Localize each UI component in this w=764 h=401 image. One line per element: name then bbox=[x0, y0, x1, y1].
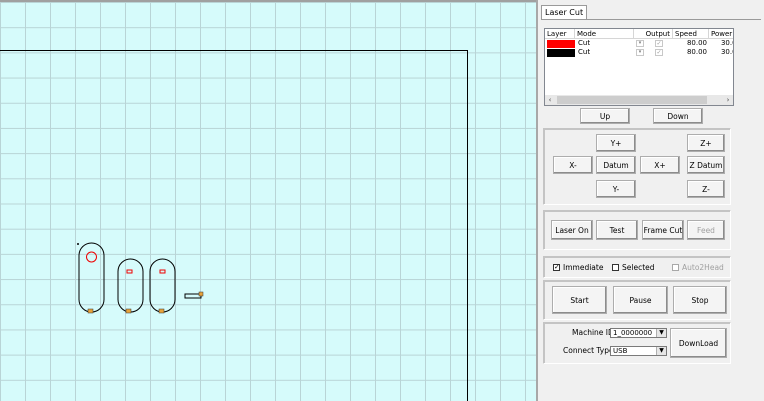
y-minus-button[interactable]: Y- bbox=[596, 180, 636, 198]
col-header-mode[interactable]: Mode bbox=[575, 29, 634, 39]
immediate-checkbox[interactable]: ✓ bbox=[553, 264, 560, 271]
immediate-label: Immediate bbox=[563, 263, 604, 272]
col-header-layer[interactable]: Layer bbox=[545, 29, 575, 39]
stop-button[interactable]: Stop bbox=[673, 286, 727, 314]
connect-type-value: USB bbox=[613, 347, 628, 355]
layer-power: 30.00 bbox=[720, 39, 733, 47]
auto2head-checkbox[interactable] bbox=[672, 264, 679, 271]
y-plus-button[interactable]: Y+ bbox=[596, 134, 636, 152]
drawing-canvas[interactable] bbox=[0, 0, 537, 401]
selected-checkbox[interactable] bbox=[612, 264, 619, 271]
output-checkbox[interactable]: ✓ bbox=[655, 40, 663, 47]
layer-color-swatch bbox=[547, 49, 575, 57]
x-minus-button[interactable]: X- bbox=[553, 156, 593, 174]
z-datum-button[interactable]: Z Datum bbox=[687, 156, 725, 174]
auto2head-label: Auto2Head bbox=[682, 263, 724, 272]
layer-list[interactable]: Layer Mode Output Speed Power Cut ▾ ✓ 80… bbox=[544, 28, 734, 106]
scroll-left-icon[interactable]: ‹ bbox=[545, 95, 555, 105]
mode-dropdown-icon[interactable]: ▾ bbox=[636, 49, 644, 56]
mode-dropdown-icon[interactable]: ▾ bbox=[636, 40, 644, 47]
chevron-down-icon[interactable]: ▼ bbox=[656, 347, 666, 355]
test-button[interactable]: Test bbox=[596, 220, 638, 240]
frame-cut-button[interactable]: Frame Cut bbox=[642, 220, 684, 240]
col-header-speed[interactable]: Speed bbox=[673, 29, 709, 39]
selected-label: Selected bbox=[622, 263, 655, 272]
layer-list-scrollbar[interactable]: ‹ › bbox=[545, 95, 733, 105]
connect-type-label: Connect Type: bbox=[563, 346, 617, 355]
layer-row[interactable]: Cut ▾ ✓ 80.00 30.00 bbox=[545, 48, 733, 57]
tab-laser-cut[interactable]: Laser Cut bbox=[541, 5, 588, 20]
layer-color-swatch bbox=[547, 40, 575, 48]
layer-speed: 80.00 bbox=[686, 39, 707, 47]
layer-speed: 80.00 bbox=[686, 48, 707, 56]
z-minus-button[interactable]: Z- bbox=[687, 180, 725, 198]
shape-small-bar[interactable] bbox=[184, 291, 204, 299]
machine-id-value: 1_0000000 bbox=[613, 329, 653, 337]
shape-capsule-1[interactable] bbox=[78, 242, 105, 314]
connect-type-select[interactable]: USB ▼ bbox=[610, 346, 667, 356]
layer-row[interactable]: Cut ▾ ✓ 80.00 30.00 bbox=[545, 39, 733, 48]
download-button[interactable]: DownLoad bbox=[670, 328, 727, 358]
pause-button[interactable]: Pause bbox=[613, 286, 668, 314]
layer-power: 30.00 bbox=[720, 48, 733, 56]
laser-on-button[interactable]: Laser On bbox=[551, 220, 593, 240]
scroll-right-icon[interactable]: › bbox=[723, 95, 733, 105]
z-plus-button[interactable]: Z+ bbox=[687, 134, 725, 152]
col-header-output[interactable]: Output bbox=[634, 29, 673, 39]
start-button[interactable]: Start bbox=[552, 286, 607, 314]
shape-capsule-2[interactable] bbox=[117, 258, 144, 314]
start-point-marker bbox=[77, 243, 79, 245]
output-checkbox[interactable]: ✓ bbox=[655, 49, 663, 56]
feed-button[interactable]: Feed bbox=[687, 220, 725, 240]
x-plus-button[interactable]: X+ bbox=[640, 156, 680, 174]
machine-id-select[interactable]: 1_0000000 ▼ bbox=[610, 328, 667, 338]
chevron-down-icon[interactable]: ▼ bbox=[656, 329, 666, 337]
shape-capsule-3[interactable] bbox=[149, 258, 176, 314]
tab-pane: Layer Mode Output Speed Power Cut ▾ ✓ 80… bbox=[541, 19, 761, 365]
up-button[interactable]: Up bbox=[580, 108, 630, 124]
scroll-thumb[interactable] bbox=[557, 96, 707, 104]
down-button[interactable]: Down bbox=[653, 108, 703, 124]
laser-panel: Laser Cut Layer Mode Output Speed Power … bbox=[538, 0, 764, 401]
layer-mode: Cut bbox=[578, 48, 591, 56]
datum-button[interactable]: Datum bbox=[596, 156, 636, 174]
layer-mode: Cut bbox=[578, 39, 591, 47]
col-header-power[interactable]: Power bbox=[709, 29, 733, 39]
design-shapes[interactable] bbox=[0, 0, 537, 401]
